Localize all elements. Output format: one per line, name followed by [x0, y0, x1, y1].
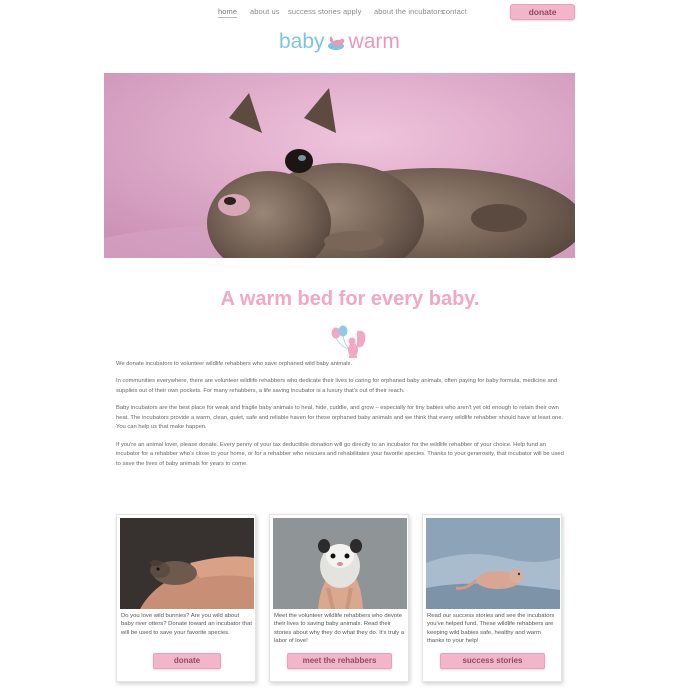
meet-the-rehabbers-button[interactable]: meet the rehabbers [287, 653, 392, 669]
card-image [273, 518, 407, 609]
card-text: Read our success stories and see the inc… [427, 613, 555, 645]
card-text: Do you love wild bunnies? Are you wild a… [121, 613, 252, 636]
baby-bunny-in-hand-icon [120, 518, 254, 609]
logo-text-warm: warm [348, 30, 400, 53]
nav-about-the-incubators[interactable]: about the incubators [374, 7, 444, 16]
nav-about-us[interactable]: about us [250, 7, 280, 16]
intro-paragraph-1: We donate incubators to volunteer wildli… [116, 361, 353, 367]
success-stories-card: Read our success stories and see the inc… [422, 514, 562, 682]
intro-paragraph-4: If you're an animal lover, please donate… [116, 441, 564, 467]
hero-image [104, 73, 575, 258]
rehabbers-card: Meet the volunteer wildlife rehabbers wh… [269, 514, 409, 682]
baby-opossum-in-hand-icon [273, 518, 407, 609]
donate-card-button[interactable]: donate [153, 653, 221, 669]
nav-apply[interactable]: apply [343, 7, 361, 16]
baby-squirrel-on-blanket-icon [426, 518, 560, 609]
card-image [120, 518, 254, 609]
intro-body-text: We donate incubators to volunteer wildli… [116, 360, 568, 477]
donate-card: Do you love wild bunnies? Are you wild a… [116, 514, 256, 682]
card-text: Meet the volunteer wildlife rehabbers wh… [274, 613, 405, 645]
intro-paragraph-2: In communities everywhere, there are vol… [116, 378, 558, 394]
baby-squirrel-logo-icon [327, 36, 344, 50]
site-logo[interactable]: baby warm [279, 29, 400, 55]
main-nav: home about us success stories apply abou… [0, 7, 700, 21]
nav-contact[interactable]: contact [442, 7, 467, 16]
card-image [426, 518, 560, 609]
success-stories-button[interactable]: success stories [440, 653, 545, 669]
squirrel-with-balloons-icon [331, 325, 366, 358]
logo-text-baby: baby [279, 30, 325, 53]
nav-success-stories[interactable]: success stories [288, 7, 341, 16]
baby-squirrel-hero-icon [104, 73, 575, 258]
page-headline: A warm bed for every baby. [220, 288, 480, 310]
donate-button[interactable]: donate [510, 4, 575, 20]
nav-home[interactable]: home [218, 7, 238, 18]
intro-paragraph-3: Baby incubators are the best place for w… [116, 405, 564, 431]
